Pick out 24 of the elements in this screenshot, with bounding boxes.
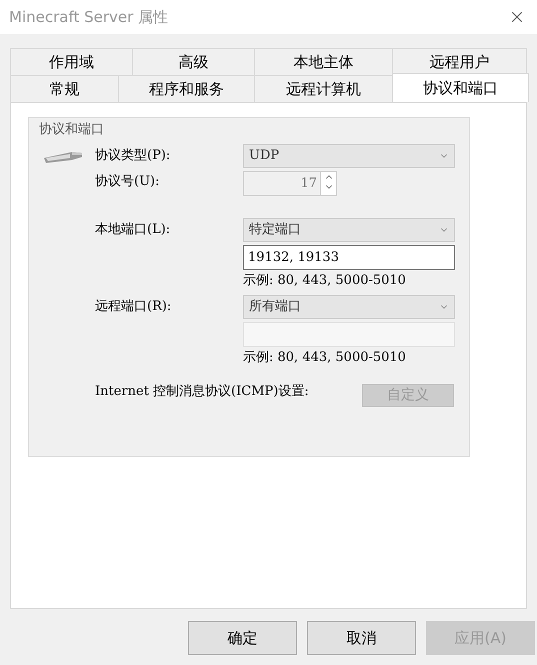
- dropdown[interactable]: UDP: [243, 144, 455, 168]
- local-port-label: 本地端口(L):: [95, 221, 172, 239]
- tab[interactable]: 常规: [10, 75, 118, 102]
- dialog-button[interactable]: 取消: [307, 621, 416, 655]
- tab[interactable]: 远程用户: [392, 48, 527, 75]
- protocol-number-value: 17: [299, 174, 318, 193]
- icmp-settings-label: Internet 控制消息协议(ICMP)设置:: [95, 385, 310, 399]
- ports-field[interactable]: 19132, 19133: [243, 245, 455, 270]
- dropdown[interactable]: 特定端口: [243, 218, 455, 242]
- tab[interactable]: 远程计算机: [254, 75, 392, 102]
- dialog-button[interactable]: 确定: [188, 621, 297, 655]
- tab[interactable]: 高级: [132, 48, 254, 75]
- example-text: 示例: 80, 443, 5000-5010: [243, 272, 407, 290]
- group-title: 协议和端口: [39, 121, 104, 139]
- protocol-type-label: 协议类型(P):: [95, 147, 172, 165]
- example-text: 示例: 80, 443, 5000-5010: [243, 348, 407, 366]
- tab[interactable]: 程序和服务: [118, 75, 254, 102]
- tab[interactable]: 本地主体: [254, 48, 392, 75]
- tab[interactable]: 协议和端口: [392, 73, 529, 102]
- protocol-number-label: 协议号(U):: [95, 173, 160, 191]
- tab[interactable]: 作用域: [10, 48, 132, 75]
- window-title: Minecraft Server 属性: [9, 6, 168, 28]
- remote-port-label: 远程端口(R):: [95, 298, 172, 316]
- dropdown[interactable]: 所有端口: [243, 294, 455, 318]
